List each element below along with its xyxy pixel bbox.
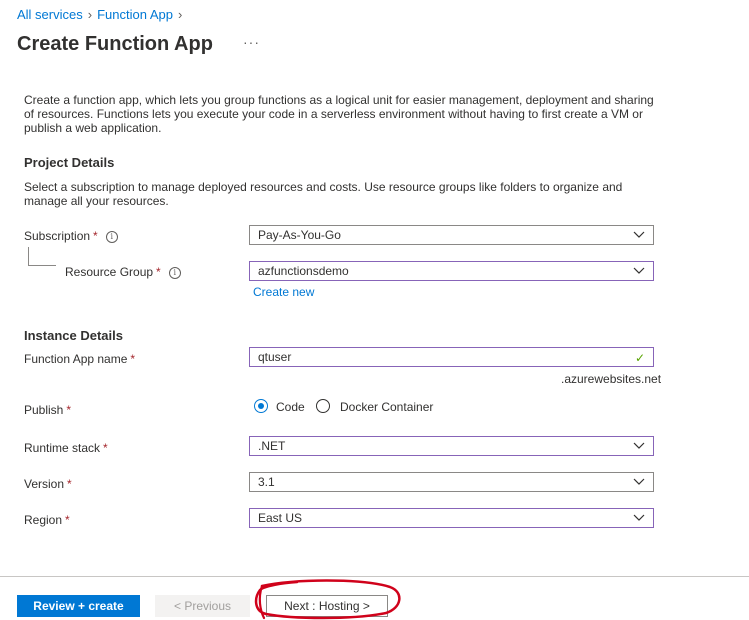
- publish-label: Publish *: [24, 403, 71, 417]
- subscription-select[interactable]: Pay-As-You-Go: [249, 225, 654, 245]
- required-marker: *: [156, 265, 161, 279]
- info-icon[interactable]: i: [105, 231, 118, 243]
- project-details-description: Select a subscription to manage deployed…: [24, 180, 623, 208]
- info-icon[interactable]: i: [168, 267, 181, 279]
- tree-connector-horizontal: [28, 265, 56, 266]
- chevron-down-icon: [633, 478, 645, 485]
- region-label: Region *: [24, 513, 70, 527]
- breadcrumb-all-services[interactable]: All services: [17, 7, 83, 22]
- chevron-right-icon: ›: [177, 7, 183, 22]
- chevron-down-icon: [633, 267, 645, 274]
- required-marker: *: [130, 352, 136, 366]
- publish-code-label[interactable]: Code: [276, 400, 305, 414]
- subscription-value: Pay-As-You-Go: [258, 228, 341, 242]
- chevron-down-icon: [633, 231, 645, 238]
- version-select[interactable]: 3.1: [249, 472, 654, 492]
- resource-group-label: Resource Group * i: [65, 265, 181, 279]
- annotation-circle-icon: [254, 579, 401, 620]
- region-label-text: Region: [24, 513, 63, 527]
- version-value: 3.1: [258, 475, 275, 489]
- check-icon: ✓: [634, 351, 645, 365]
- chevron-down-icon: [633, 514, 645, 521]
- chevron-right-icon: ›: [87, 7, 93, 22]
- project-details-heading: Project Details: [24, 155, 115, 170]
- region-value: East US: [258, 511, 303, 525]
- required-marker: *: [67, 477, 72, 491]
- runtime-stack-label-text: Runtime stack: [24, 441, 101, 455]
- resource-group-value: azfunctionsdemo: [258, 264, 349, 278]
- publish-label-text: Publish: [24, 403, 64, 417]
- version-label-text: Version: [24, 477, 65, 491]
- page-title: Create Function App: [17, 33, 213, 55]
- chevron-down-icon: [633, 442, 645, 449]
- previous-button[interactable]: < Previous: [155, 595, 250, 617]
- breadcrumb-function-app[interactable]: Function App: [97, 7, 173, 22]
- required-marker: *: [65, 513, 70, 527]
- region-select[interactable]: East US: [249, 508, 654, 528]
- function-app-name-label: Function App name *: [24, 352, 135, 366]
- more-options-icon[interactable]: ···: [243, 34, 260, 50]
- create-new-link[interactable]: Create new: [253, 285, 314, 299]
- resource-group-label-text: Resource Group: [65, 265, 154, 279]
- runtime-stack-select[interactable]: .NET: [249, 436, 654, 456]
- domain-suffix: .azurewebsites.net: [561, 372, 662, 386]
- version-label: Version *: [24, 477, 72, 491]
- footer-divider: [0, 576, 749, 577]
- breadcrumb: All services › Function App ›: [17, 7, 187, 22]
- publish-code-radio[interactable]: [254, 399, 268, 413]
- publish-docker-radio[interactable]: [316, 399, 330, 413]
- subscription-label-text: Subscription: [24, 229, 91, 243]
- function-app-name-input[interactable]: qtuser ✓: [249, 347, 654, 367]
- review-create-button[interactable]: Review + create: [17, 595, 140, 617]
- instance-details-heading: Instance Details: [24, 328, 123, 343]
- required-marker: *: [66, 403, 72, 417]
- tree-connector-vertical: [28, 247, 29, 265]
- subscription-label: Subscription * i: [24, 229, 118, 243]
- required-marker: *: [93, 229, 98, 243]
- publish-docker-label[interactable]: Docker Container: [340, 400, 433, 414]
- runtime-stack-value: .NET: [258, 439, 286, 453]
- intro-text: Create a function app, which lets you gr…: [24, 93, 654, 135]
- required-marker: *: [103, 441, 108, 455]
- runtime-stack-label: Runtime stack *: [24, 441, 108, 455]
- function-app-name-value: qtuser: [258, 350, 292, 364]
- function-app-name-label-text: Function App name: [24, 352, 128, 366]
- resource-group-select[interactable]: azfunctionsdemo: [249, 261, 654, 281]
